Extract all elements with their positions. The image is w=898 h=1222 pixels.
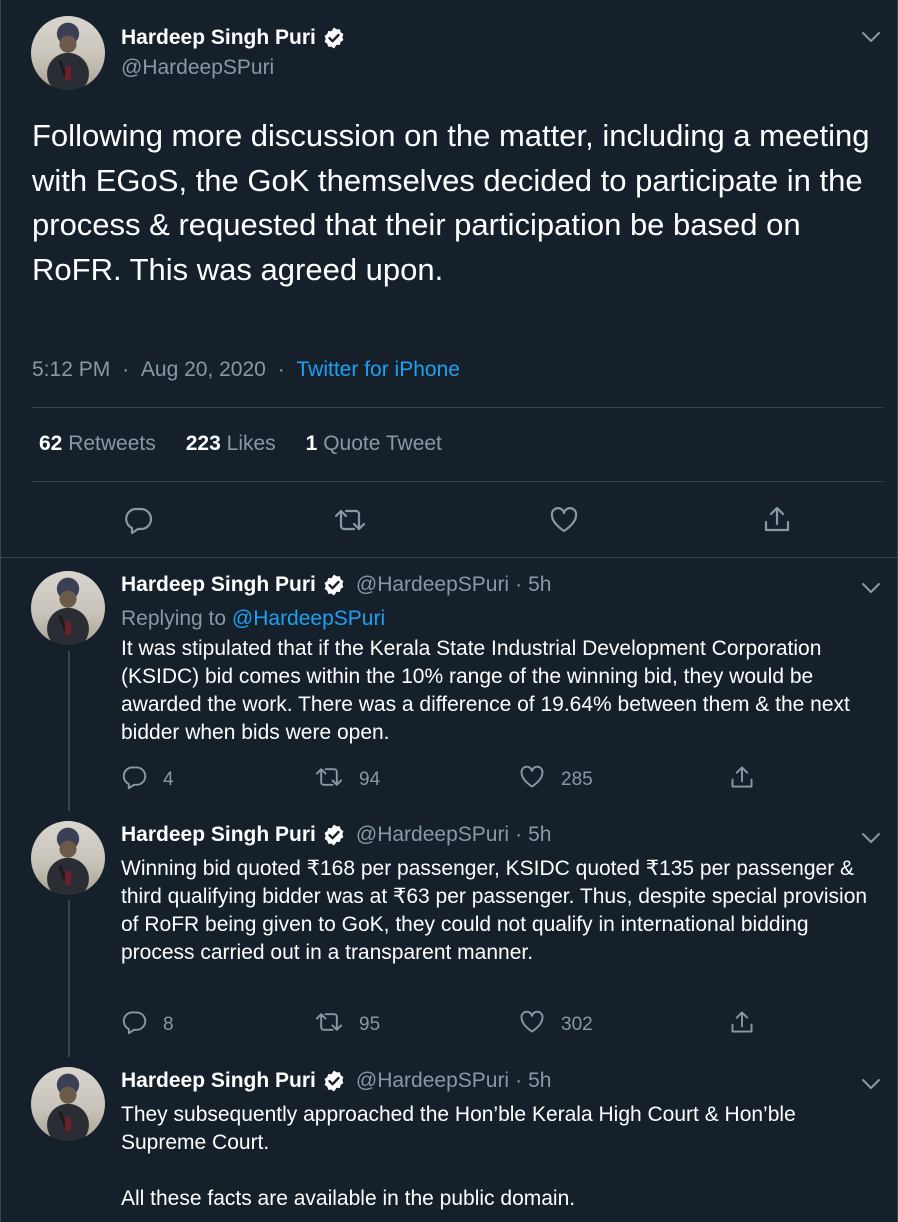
verified-badge-icon (322, 26, 346, 50)
reply-header: Hardeep Singh Puri @HardeepSPuri · 5h (121, 1069, 552, 1093)
author-handle[interactable]: @HardeepSPuri (356, 823, 509, 847)
chevron-down-icon[interactable] (861, 831, 881, 845)
author-row: Hardeep Singh Puri (121, 26, 346, 50)
avatar[interactable] (31, 1067, 105, 1141)
retweets-label: Retweets (68, 432, 156, 455)
avatar[interactable] (31, 821, 105, 895)
reply-count: 8 (163, 1014, 174, 1035)
retweet-icon[interactable] (334, 505, 366, 535)
reply-button[interactable]: 4 (121, 764, 174, 796)
retweets-stat[interactable]: 62 Retweets (39, 432, 156, 456)
verified-badge-icon (322, 823, 346, 847)
author-handle[interactable]: @HardeepSPuri (356, 573, 509, 597)
tweet-text-paragraph: All these facts are available in the pub… (121, 1187, 576, 1210)
reply-actions: 8 95 302 (121, 1009, 781, 1035)
tweet-text: Winning bid quoted ₹168 per passenger, K… (121, 857, 868, 964)
share-icon (729, 1009, 771, 1041)
divider (32, 481, 883, 482)
likes-count: 223 (185, 432, 221, 455)
timeline-column: Hardeep Singh Puri @HardeepSPuri Followi… (0, 0, 898, 1222)
quotes-label: Quote Tweet (323, 432, 442, 455)
engagement-stats: 62 Retweets 223 Likes 1 Quote Tweet (39, 432, 442, 456)
divider (32, 407, 883, 408)
tweet-meta: 5:12 PM · Aug 20, 2020 · Twitter for iPh… (32, 358, 460, 381)
tweet-text: It was stipulated that if the Kerala Sta… (121, 637, 850, 744)
retweet-button[interactable]: 94 (315, 764, 380, 796)
likes-label: Likes (226, 432, 276, 455)
reply-header: Hardeep Singh Puri @HardeepSPuri · 5h (121, 823, 552, 847)
author-handle-row: @HardeepSPuri (121, 56, 274, 80)
reply-tweet: Hardeep Singh Puri @HardeepSPuri · 5h Wi… (1, 808, 898, 1057)
author-handle[interactable]: @HardeepSPuri (121, 56, 274, 80)
reply-header: Hardeep Singh Puri @HardeepSPuri · 5h (121, 573, 552, 597)
author-name[interactable]: Hardeep Singh Puri (121, 1069, 316, 1093)
reply-icon (121, 764, 163, 796)
thread-line (68, 900, 70, 1057)
tweet-text: They subsequently approached the Hon’ble… (121, 1103, 796, 1154)
like-count: 285 (561, 769, 593, 790)
author-name[interactable]: Hardeep Singh Puri (121, 26, 316, 50)
tweet-age[interactable]: 5h (528, 1069, 551, 1093)
share-button[interactable] (729, 1009, 771, 1041)
quotes-count: 1 (305, 432, 318, 455)
chevron-down-icon[interactable] (861, 1077, 881, 1091)
replying-to-line: Replying to @HardeepSPuri (121, 605, 881, 633)
tweet-source-link[interactable]: Twitter for iPhone (297, 358, 460, 381)
retweet-icon (315, 1009, 359, 1041)
retweet-button[interactable]: 95 (315, 1009, 380, 1041)
retweet-count: 95 (359, 1014, 381, 1035)
like-icon (519, 1009, 561, 1041)
reply-tweet: Hardeep Singh Puri @HardeepSPuri · 5h Th… (1, 1055, 898, 1222)
reply-actions: 4 94 285 (121, 764, 781, 790)
retweet-icon (315, 764, 359, 796)
reply-button[interactable]: 8 (121, 1009, 174, 1041)
retweet-count: 94 (359, 769, 381, 790)
like-count: 302 (561, 1014, 593, 1035)
mention-link[interactable]: @HardeepSPuri (232, 607, 385, 630)
reply-tweet: Hardeep Singh Puri @HardeepSPuri · 5h Re… (1, 559, 898, 811)
like-button[interactable]: 285 (519, 764, 593, 796)
thread-line (68, 651, 70, 811)
chevron-down-icon[interactable] (861, 581, 881, 595)
reply-icon[interactable] (123, 505, 153, 535)
replying-to-label: Replying to (121, 607, 227, 630)
retweets-count: 62 (39, 432, 63, 455)
quote-tweets-stat[interactable]: 1 Quote Tweet (306, 432, 442, 456)
tweet-age[interactable]: 5h (528, 573, 551, 597)
tweet-time[interactable]: 5:12 PM (32, 358, 110, 381)
author-name[interactable]: Hardeep Singh Puri (121, 573, 316, 597)
author-handle[interactable]: @HardeepSPuri (356, 1069, 509, 1093)
like-icon (519, 764, 561, 796)
author-name[interactable]: Hardeep Singh Puri (121, 823, 316, 847)
like-button[interactable]: 302 (519, 1009, 593, 1041)
main-tweet: Hardeep Singh Puri @HardeepSPuri Followi… (1, 0, 898, 558)
tweet-text: Following more discussion on the matter,… (32, 118, 870, 287)
reply-count: 4 (163, 769, 174, 790)
likes-stat[interactable]: 223 Likes (186, 432, 276, 456)
avatar[interactable] (31, 571, 105, 645)
reply-icon (121, 1009, 163, 1041)
verified-badge-icon (322, 573, 346, 597)
chevron-down-icon[interactable] (861, 30, 881, 44)
avatar[interactable] (31, 16, 105, 90)
share-button[interactable] (729, 764, 771, 796)
tweet-age[interactable]: 5h (528, 823, 551, 847)
like-icon[interactable] (549, 505, 579, 535)
share-icon[interactable] (762, 504, 792, 534)
tweet-date[interactable]: Aug 20, 2020 (141, 358, 266, 381)
verified-badge-icon (322, 1069, 346, 1093)
share-icon (729, 764, 771, 796)
